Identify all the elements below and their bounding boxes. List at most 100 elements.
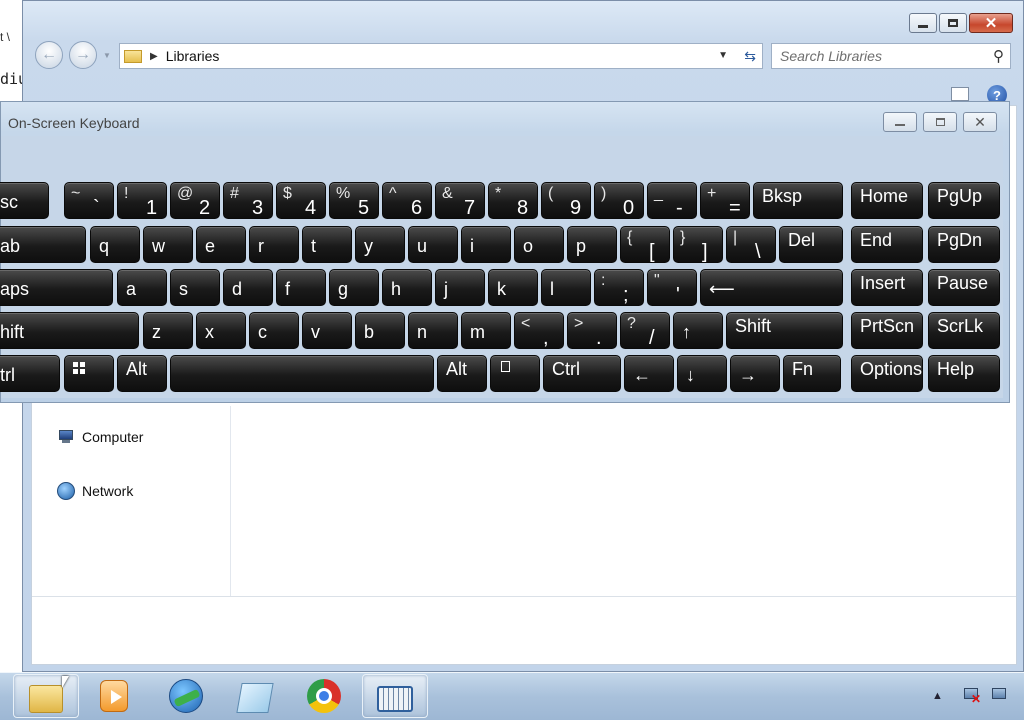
key-u[interactable]: u: [408, 226, 458, 263]
key-sym[interactable]: :;: [594, 269, 644, 306]
taskbar-media-player[interactable]: [81, 674, 147, 718]
key-l[interactable]: l: [541, 269, 591, 306]
key-sym[interactable]: →: [730, 355, 780, 392]
key-m[interactable]: m: [461, 312, 511, 349]
key-x[interactable]: x: [196, 312, 246, 349]
key-pgup[interactable]: PgUp: [928, 182, 1000, 219]
key-help[interactable]: Help: [928, 355, 1000, 392]
key-hift[interactable]: hift: [0, 312, 139, 349]
key-windows[interactable]: [64, 355, 114, 392]
preview-pane-icon[interactable]: [951, 87, 969, 101]
search-icon[interactable]: ⚲: [993, 47, 1004, 65]
key-insert[interactable]: Insert: [851, 269, 923, 306]
address-dropdown-icon[interactable]: ▼: [718, 50, 728, 61]
taskbar-download-manager[interactable]: [153, 674, 219, 718]
key-fn[interactable]: Fn: [783, 355, 841, 392]
key-t[interactable]: t: [302, 226, 352, 263]
key-sym[interactable]: " ': [647, 269, 697, 306]
key-7[interactable]: & 7: [435, 182, 485, 219]
forward-button[interactable]: →: [69, 41, 97, 69]
key-scrlk[interactable]: ScrLk: [928, 312, 1000, 349]
key-home[interactable]: Home: [851, 182, 923, 219]
key-o[interactable]: o: [514, 226, 564, 263]
key-y[interactable]: y: [355, 226, 405, 263]
key-0[interactable]: ) 0: [594, 182, 644, 219]
key-a[interactable]: a: [117, 269, 167, 306]
key-v[interactable]: v: [302, 312, 352, 349]
key-k[interactable]: k: [488, 269, 538, 306]
key-sym[interactable]: {[: [620, 226, 670, 263]
key-e[interactable]: e: [196, 226, 246, 263]
key-1[interactable]: ! 1: [117, 182, 167, 219]
key-r[interactable]: r: [249, 226, 299, 263]
key-f[interactable]: f: [276, 269, 326, 306]
key-n[interactable]: n: [408, 312, 458, 349]
network-disconnected-icon[interactable]: ✕: [962, 686, 981, 705]
taskbar-on-screen-keyboard[interactable]: [362, 674, 428, 718]
key-ab[interactable]: ab: [0, 226, 86, 263]
key-z[interactable]: z: [143, 312, 193, 349]
key-minus[interactable]: _ -: [647, 182, 697, 219]
breadcrumb-arrow-icon[interactable]: ▶: [150, 51, 158, 62]
key-sym[interactable]: | \: [726, 226, 776, 263]
key-d[interactable]: d: [223, 269, 273, 306]
breadcrumb-libraries[interactable]: Libraries: [166, 48, 220, 64]
key-h[interactable]: h: [382, 269, 432, 306]
key-sym[interactable]: ←: [624, 355, 674, 392]
key-bksp[interactable]: Bksp: [753, 182, 843, 219]
nav-item-network[interactable]: Network: [56, 482, 133, 500]
key-p[interactable]: p: [567, 226, 617, 263]
key-options[interactable]: Options: [851, 355, 923, 392]
search-box[interactable]: Search Libraries ⚲: [771, 43, 1011, 69]
key-sc[interactable]: sc: [0, 182, 49, 219]
key-alt[interactable]: Alt: [437, 355, 487, 392]
key-pause[interactable]: Pause: [928, 269, 1000, 306]
key-3[interactable]: #3: [223, 182, 273, 219]
key-4[interactable]: $4: [276, 182, 326, 219]
key-shift[interactable]: Shift: [726, 312, 843, 349]
key-pgdn[interactable]: PgDn: [928, 226, 1000, 263]
close-button[interactable]: ✕: [969, 13, 1013, 33]
key-end[interactable]: End: [851, 226, 923, 263]
key-5[interactable]: % 5: [329, 182, 379, 219]
key-sym[interactable]: ? /: [620, 312, 670, 349]
key-c[interactable]: c: [249, 312, 299, 349]
show-hidden-icons-arrow-icon[interactable]: ▲: [932, 690, 943, 702]
refresh-icon[interactable]: ⇆: [744, 48, 756, 65]
search-input[interactable]: Search Libraries: [780, 48, 993, 64]
key-9[interactable]: (9: [541, 182, 591, 219]
recent-pages-dropdown[interactable]: ▼: [103, 51, 111, 60]
key-del[interactable]: Del: [779, 226, 843, 263]
key-8[interactable]: * 8: [488, 182, 538, 219]
taskbar-windows-explorer[interactable]: [13, 674, 79, 718]
back-button[interactable]: ←: [35, 41, 63, 69]
key-sym[interactable]: <,: [514, 312, 564, 349]
key-g[interactable]: g: [329, 269, 379, 306]
key-prtscn[interactable]: PrtScn: [851, 312, 923, 349]
key-i[interactable]: i: [461, 226, 511, 263]
minimize-button[interactable]: [909, 13, 937, 33]
key-trl[interactable]: trl: [0, 355, 60, 392]
key-b[interactable]: b: [355, 312, 405, 349]
key-space[interactable]: [170, 355, 434, 392]
key-j[interactable]: j: [435, 269, 485, 306]
key-w[interactable]: w: [143, 226, 193, 263]
key-sym[interactable]: }]: [673, 226, 723, 263]
address-bar[interactable]: ▶ Libraries ▼ ⇆: [119, 43, 763, 69]
key-sym[interactable]: >.: [567, 312, 617, 349]
key-ctrl[interactable]: Ctrl: [543, 355, 621, 392]
key-2[interactable]: @2: [170, 182, 220, 219]
network-status-icon[interactable]: [990, 686, 1008, 704]
key-sym[interactable]: ⟵: [700, 269, 843, 306]
key-aps[interactable]: aps: [0, 269, 113, 306]
key-sym[interactable]: ↓: [677, 355, 727, 392]
key-sym[interactable]: ↑: [673, 312, 723, 349]
key-sym[interactable]: ~ `: [64, 182, 114, 219]
taskbar-notepad[interactable]: [222, 674, 288, 718]
key-sym[interactable]: + =: [700, 182, 750, 219]
key-6[interactable]: ^ 6: [382, 182, 432, 219]
nav-item-computer[interactable]: Computer: [56, 428, 143, 446]
taskbar-chrome[interactable]: [291, 674, 357, 718]
maximize-button[interactable]: [939, 13, 967, 33]
key-alt[interactable]: Alt: [117, 355, 167, 392]
